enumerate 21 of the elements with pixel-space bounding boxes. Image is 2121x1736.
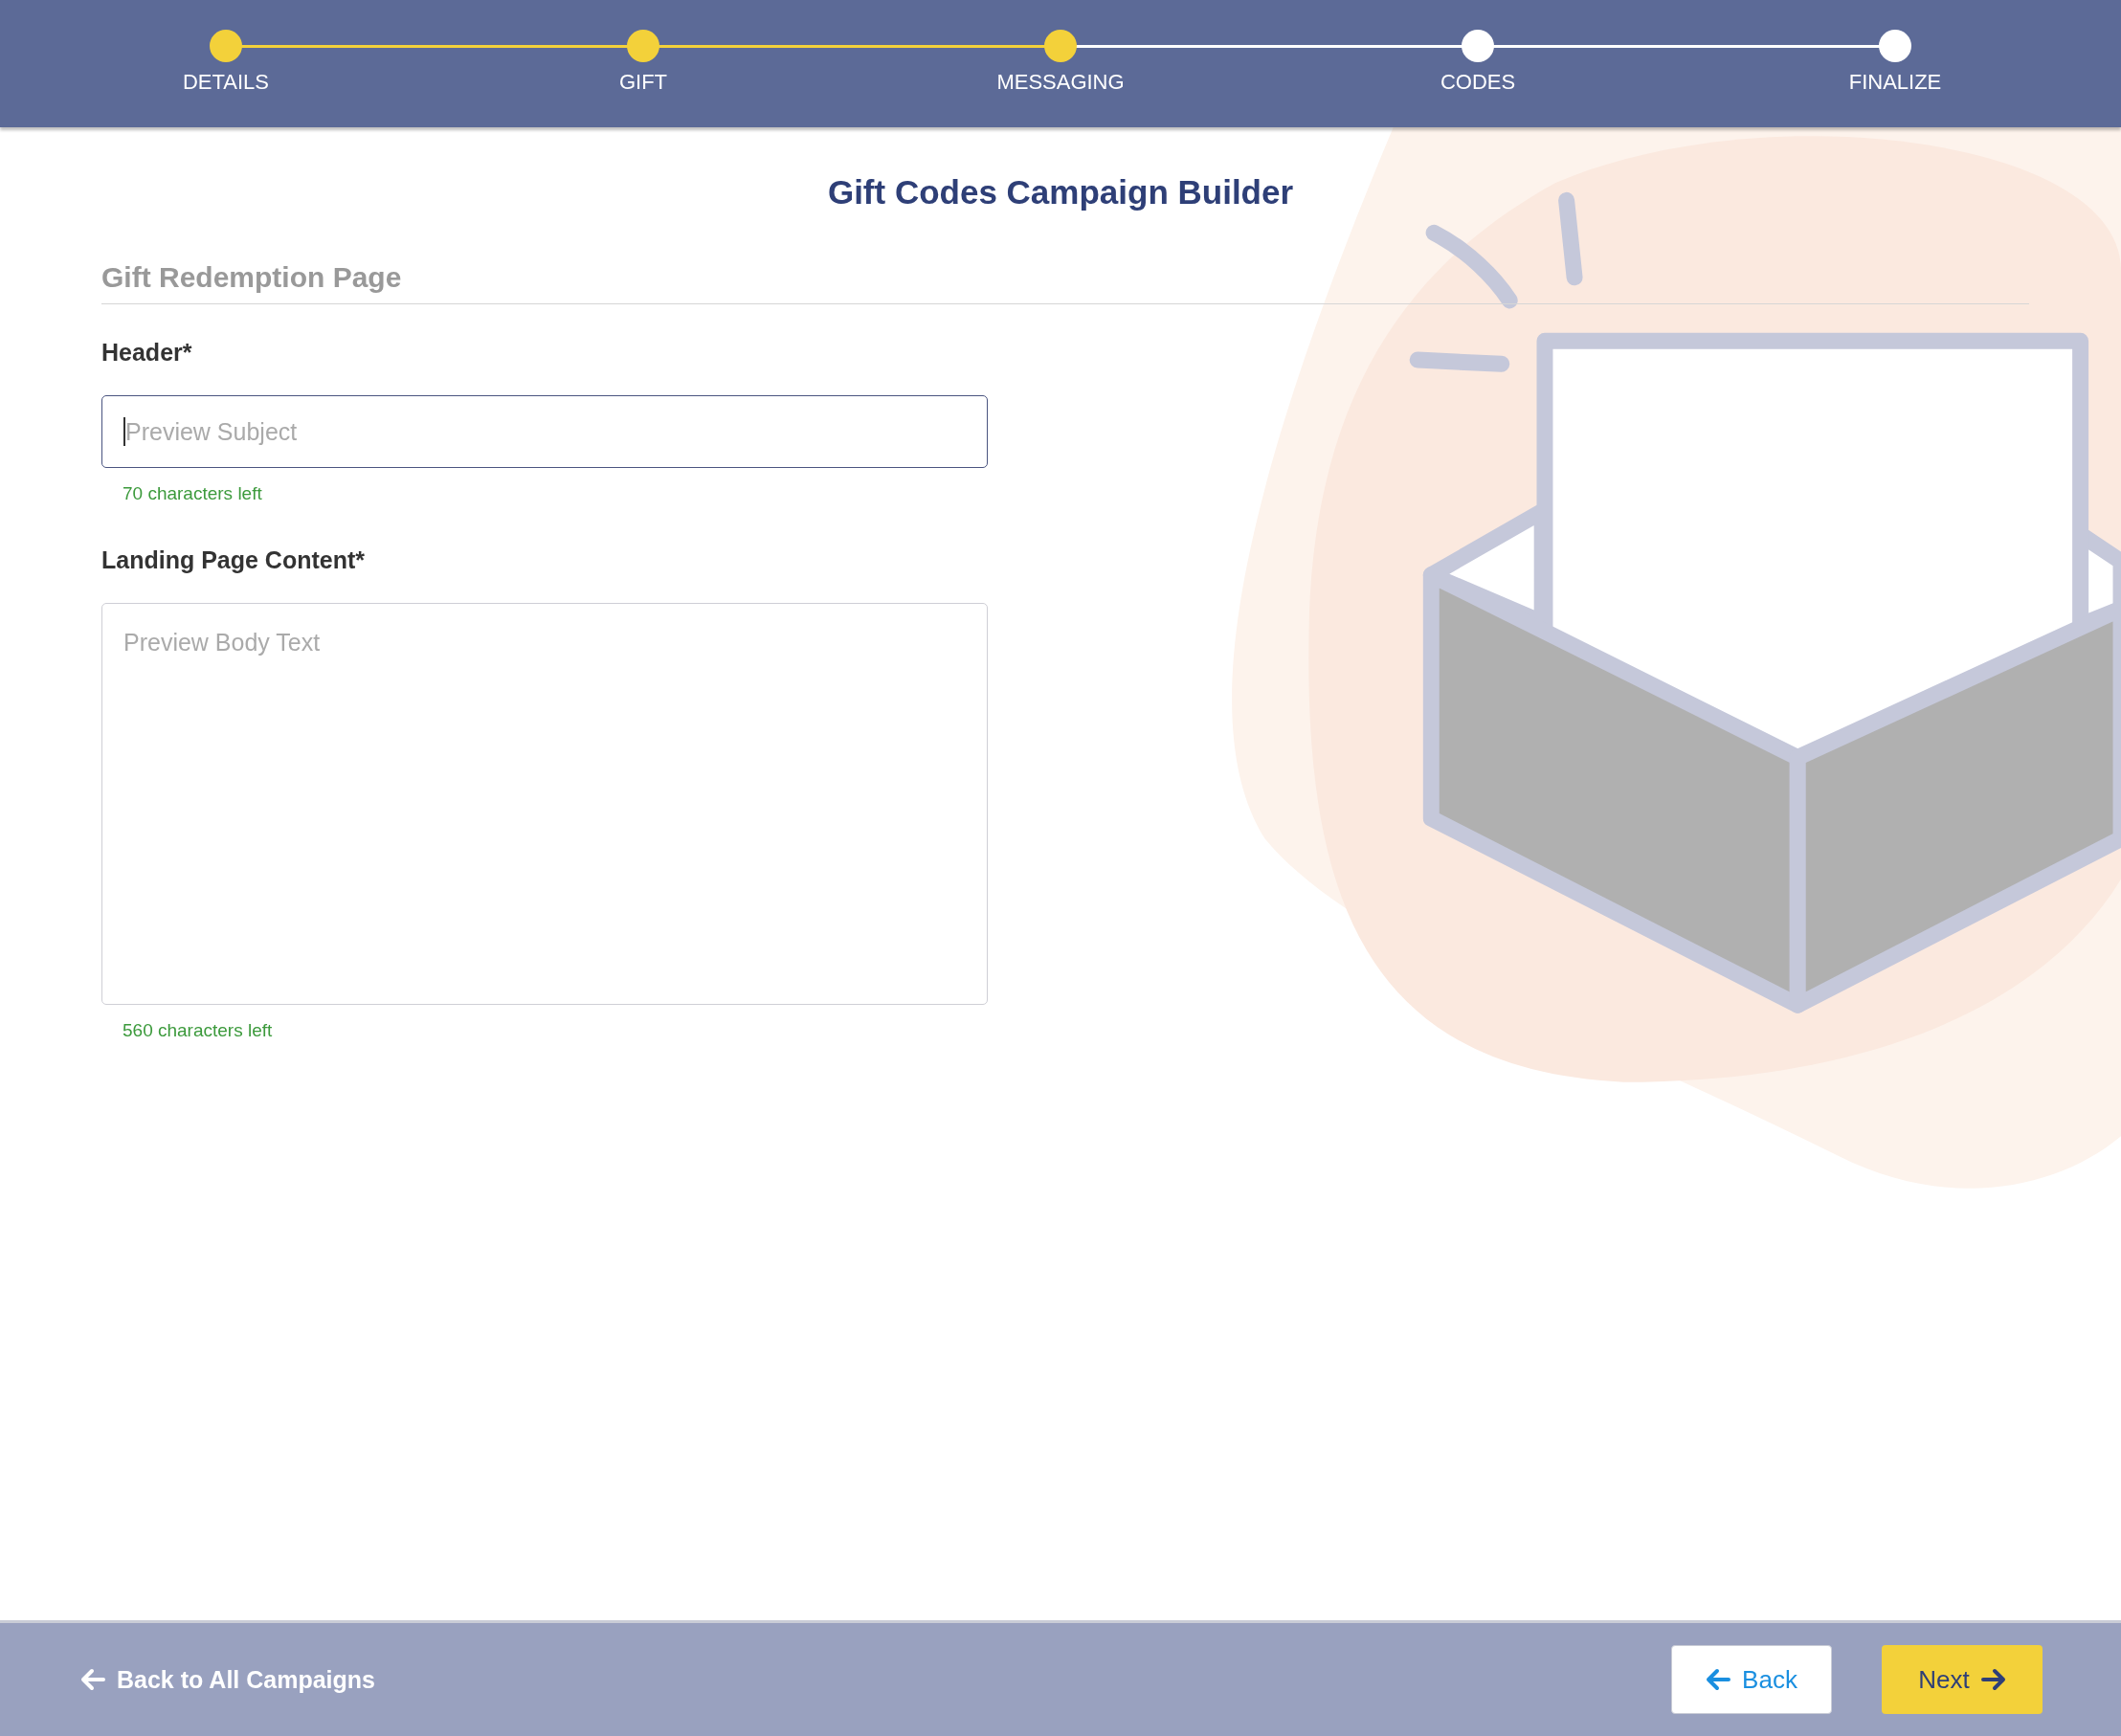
field-label: Header* [101, 339, 193, 367]
arrow-right-icon [1980, 1668, 2006, 1691]
step-label[interactable]: GIFT [618, 70, 668, 95]
step-dot[interactable] [627, 30, 659, 62]
step-dot[interactable] [210, 30, 242, 62]
step-label[interactable]: DETAILS [182, 70, 270, 95]
step-label[interactable]: CODES [1440, 70, 1516, 95]
step-dot[interactable] [1879, 30, 1911, 62]
step-label[interactable]: MESSAGING [996, 70, 1125, 95]
character-counter: 560 characters left [123, 1020, 274, 1041]
next-button[interactable]: Next [1882, 1645, 2043, 1714]
arrow-left-icon [80, 1668, 105, 1691]
field-label: Landing Page Content* [101, 546, 366, 574]
step-dot[interactable] [1044, 30, 1077, 62]
page-title: Gift Codes Campaign Builder [827, 173, 1294, 211]
character-counter: 70 characters left [123, 483, 263, 504]
back-button[interactable]: Back [1671, 1645, 1832, 1714]
step-dot[interactable] [1462, 30, 1494, 62]
section-heading: Gift Redemption Page [101, 261, 2029, 304]
arrow-left-icon [1706, 1668, 1731, 1691]
step-label[interactable]: FINALIZE [1848, 70, 1942, 95]
